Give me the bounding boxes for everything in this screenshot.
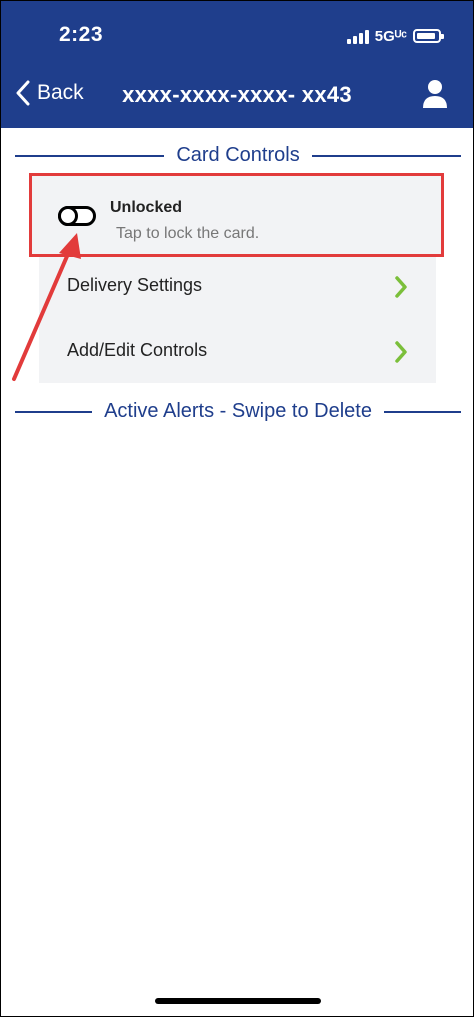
card-controls-heading: Card Controls bbox=[15, 144, 462, 167]
card-controls-title: Card Controls bbox=[176, 144, 300, 166]
person-icon bbox=[423, 80, 447, 108]
app-header: 2:23 5Gᵁᶜ Back xxxx-xxxx-xxxx- xx43 bbox=[1, 1, 473, 128]
active-alerts-title: Active Alerts - Swipe to Delete bbox=[104, 400, 372, 422]
lock-status-label: Unlocked bbox=[110, 199, 183, 216]
add-edit-controls-label: Add/Edit Controls bbox=[67, 340, 208, 360]
chevron-right-icon bbox=[395, 276, 407, 298]
chevron-right-icon bbox=[395, 341, 407, 363]
battery-icon bbox=[413, 29, 444, 43]
app-screen: 2:23 5Gᵁᶜ Back xxxx-xxxx-xxxx- xx43 Card… bbox=[0, 0, 474, 1017]
network-type: 5Gᵁᶜ bbox=[374, 27, 407, 45]
home-indicator[interactable] bbox=[155, 998, 321, 1004]
card-lock-toggle-row[interactable]: Unlocked Tap to lock the card. bbox=[29, 173, 444, 257]
status-indicators: 5Gᵁᶜ bbox=[346, 26, 444, 46]
toggle-off-icon[interactable] bbox=[58, 206, 96, 226]
profile-button[interactable] bbox=[421, 79, 449, 109]
delivery-settings-label: Delivery Settings bbox=[67, 275, 203, 295]
signal-icon bbox=[346, 28, 369, 44]
active-alerts-heading: Active Alerts - Swipe to Delete bbox=[15, 400, 462, 423]
lock-hint-text: Tap to lock the card. bbox=[116, 225, 260, 242]
page-title: xxxx-xxxx-xxxx- xx43 bbox=[122, 82, 352, 107]
delivery-settings-item[interactable]: Delivery Settings bbox=[39, 261, 436, 313]
status-time: 2:23 bbox=[59, 23, 104, 46]
add-edit-controls-item[interactable]: Add/Edit Controls bbox=[39, 326, 436, 378]
